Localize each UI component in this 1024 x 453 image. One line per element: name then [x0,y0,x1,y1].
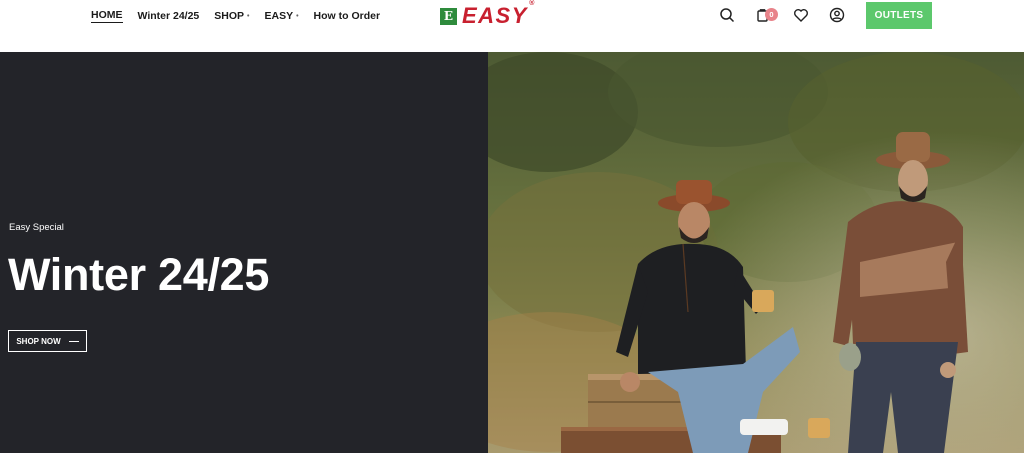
nav-item-label: How to Order [313,10,381,22]
main-nav: HOME Winter 24/25 SHOP • EASY • How to O… [91,0,380,32]
site-header: HOME Winter 24/25 SHOP • EASY • How to O… [0,0,1024,52]
heart-icon[interactable] [791,5,811,25]
hero-eyebrow: Easy Special [9,222,64,233]
hero-title: Winter 24/25 [8,249,270,300]
arrow-line-icon [68,340,79,342]
header-actions: 0 [717,5,847,25]
cart-count-badge: 0 [765,8,778,21]
nav-item-label: EASY [264,10,294,22]
shop-now-button[interactable]: SHOP NOW [8,330,87,352]
search-icon[interactable] [717,5,737,25]
dropdown-dot-icon: • [247,13,250,20]
nav-item-home[interactable]: HOME [91,9,123,23]
shop-now-label: SHOP NOW [16,336,61,346]
nav-item-label: Winter 24/25 [137,10,200,22]
nav-item-label: SHOP [214,10,245,22]
hero-text-panel: Easy Special Winter 24/25 SHOP NOW [0,52,488,453]
brand-name: EASY ® [462,0,536,28]
hero-banner: Easy Special Winter 24/25 SHOP NOW [0,52,1024,453]
logo-mark-icon: E [440,7,457,25]
nav-item-shop[interactable]: SHOP • [214,10,249,22]
nav-item-winter[interactable]: Winter 24/25 [138,10,200,22]
registered-mark: ® [529,0,536,7]
hero-photo-illustration [488,52,1024,453]
cart-icon[interactable]: 0 [753,5,778,25]
outlets-button[interactable]: OUTLETS [866,2,932,29]
dropdown-dot-icon: • [296,13,299,20]
hero-image [488,52,1024,453]
nav-item-label: HOME [91,9,123,23]
brand-logo[interactable]: E EASY ® [440,0,536,28]
account-icon[interactable] [827,5,847,25]
nav-item-how-to-order[interactable]: How to Order [314,10,381,22]
nav-item-easy[interactable]: EASY • [264,10,298,22]
